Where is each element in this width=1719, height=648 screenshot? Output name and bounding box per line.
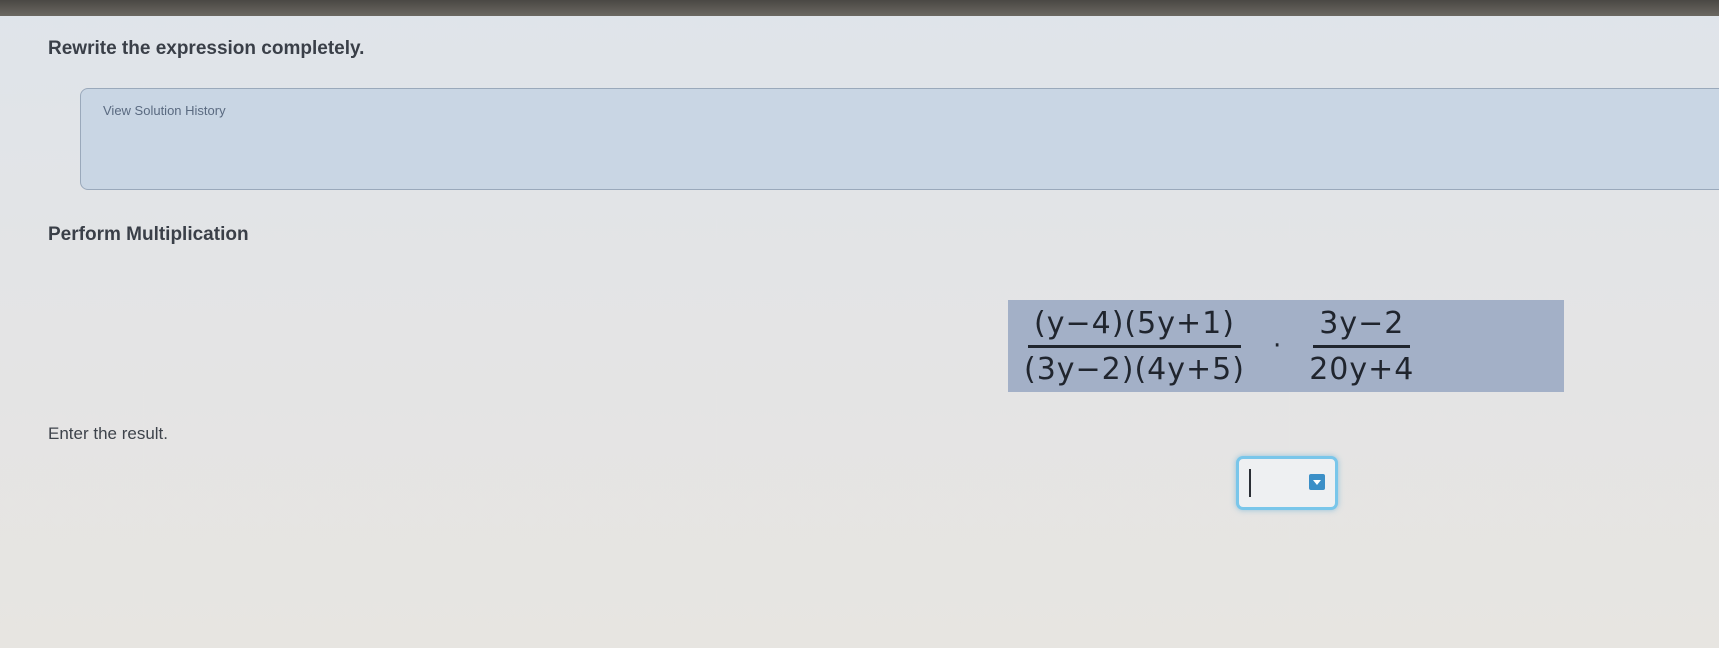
multiplication-operator: · — [1272, 331, 1282, 361]
view-solution-history-link[interactable]: View Solution History — [103, 103, 226, 118]
top-bar — [0, 0, 1719, 16]
left-denominator: (3y−2)(4y+5) — [1024, 351, 1245, 387]
problem-page: Rewrite the expression completely. View … — [0, 16, 1719, 648]
text-cursor — [1249, 469, 1251, 497]
step-title: Perform Multiplication — [48, 224, 249, 245]
enter-result-label: Enter the result. — [48, 424, 169, 443]
expression-highlight: (y−4)(5y+1) (3y−2)(4y+5) · 3y−2 20y+4 — [1008, 300, 1564, 392]
right-fraction: 3y−2 20y+4 — [1303, 306, 1420, 387]
instruction-text: Rewrite the expression completely. — [48, 38, 365, 59]
solution-history-panel: View Solution History — [80, 88, 1719, 190]
right-numerator: 3y−2 — [1313, 306, 1411, 348]
right-denominator: 20y+4 — [1309, 351, 1415, 387]
left-numerator: (y−4)(5y+1) — [1028, 306, 1241, 348]
chevron-down-icon[interactable] — [1309, 474, 1325, 490]
answer-input[interactable] — [1236, 456, 1338, 510]
left-fraction: (y−4)(5y+1) (3y−2)(4y+5) — [1018, 306, 1251, 387]
